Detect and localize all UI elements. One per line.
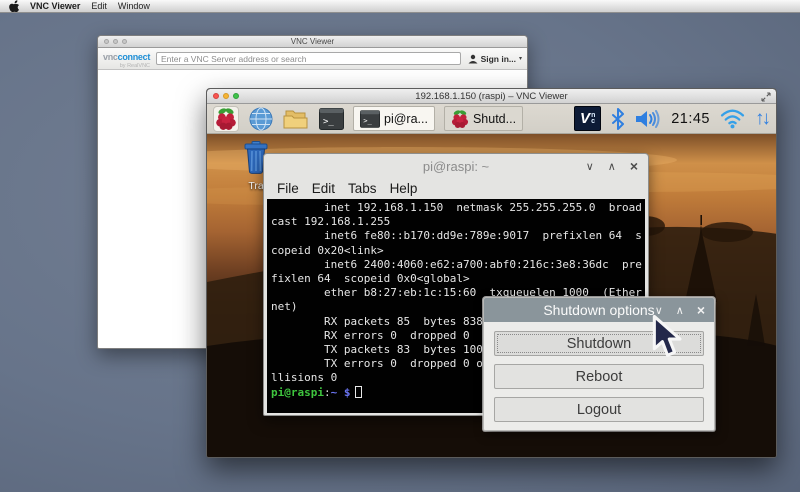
mouse-cursor [651, 315, 687, 359]
network-activity-icon[interactable]: ↑↓ [755, 109, 768, 128]
viewer-titlebar[interactable]: VNC Viewer [98, 36, 527, 48]
terminal-icon: >_ [319, 108, 344, 130]
maximize-icon[interactable]: ∧ [608, 160, 616, 173]
terminal-line: copeid 0x20<link> [271, 244, 645, 258]
terminal-icon: >_ [360, 110, 380, 128]
desktop: VNC Viewer Edit Window VNC Viewer vnccon… [0, 0, 800, 492]
system-tray: V n c 21:45 [574, 106, 768, 131]
terminal-titlebar[interactable]: pi@raspi: ~ ∨ ∧ × [264, 154, 648, 178]
raspberry-icon [451, 109, 469, 129]
terminal-line: inet6 2400:4060:e62:a700:abf0:216c:3e8:3… [271, 258, 645, 272]
raspberry-icon [215, 107, 237, 131]
web-browser-launcher[interactable] [248, 106, 274, 132]
taskbar-task-shutdown[interactable]: Shutd... [444, 106, 523, 131]
pi-taskbar: >_ >_ pi@ra... [207, 104, 776, 134]
terminal-launcher[interactable]: >_ [318, 106, 344, 132]
menubar-item-edit[interactable]: Edit [91, 1, 107, 11]
prompt-symbol: $ [344, 386, 351, 399]
pi-desktop: Tra pi@raspi: ~ ∨ ∧ × File Edit Tabs Hel… [207, 134, 777, 458]
prompt-path: ~ [331, 386, 338, 399]
viewer-window-title: VNC Viewer [98, 37, 527, 46]
terminal-menu-help[interactable]: Help [390, 181, 418, 196]
terminal-cursor [355, 386, 362, 398]
pi-session-title: 192.168.1.150 (raspi) – VNC Viewer [207, 91, 776, 102]
globe-icon [249, 107, 273, 131]
task-shutdown-label: Shutd... [473, 112, 516, 126]
terminal-menu-edit[interactable]: Edit [312, 181, 335, 196]
vnc-connect-logo: vncconnect by RealVNC [103, 48, 150, 70]
taskbar-task-terminal[interactable]: >_ pi@ra... [353, 106, 435, 131]
prompt-user: pi@raspi [271, 386, 324, 399]
vnc-server-tray-icon[interactable]: V n c [574, 106, 601, 131]
pi-session-window: 192.168.1.150 (raspi) – VNC Viewer [206, 88, 777, 458]
terminal-line: inet6 fe80::b170:dd9e:789e:9017 prefixle… [271, 229, 645, 243]
terminal-line: inet 192.168.1.150 netmask 255.255.255.0… [271, 201, 645, 215]
viewer-toolbar: vncconnect by RealVNC Sign in... ▾ [98, 48, 527, 70]
taskbar-clock[interactable]: 21:45 [671, 111, 710, 127]
file-manager-launcher[interactable] [283, 106, 309, 132]
terminal-line: fixlen 64 scopeid 0x0<global> [271, 272, 645, 286]
prompt-separator: : [324, 386, 331, 399]
bluetooth-icon[interactable] [611, 108, 625, 130]
svg-text:>_: >_ [363, 116, 372, 125]
folder-icon [283, 108, 309, 130]
minimize-icon[interactable]: ∨ [586, 160, 594, 173]
raspberry-menu-button[interactable] [213, 106, 239, 132]
fullscreen-icon[interactable] [761, 92, 771, 102]
vnc-badge-c: c [591, 119, 595, 125]
macos-menubar: VNC Viewer Edit Window [0, 0, 800, 13]
logo-byline: by RealVNC [103, 64, 150, 70]
wifi-icon[interactable] [720, 108, 745, 129]
sign-in-label: Sign in... [481, 54, 516, 64]
reboot-button[interactable]: Reboot [494, 364, 704, 389]
terminal-line: cast 192.168.1.255 [271, 215, 645, 229]
close-icon[interactable]: × [697, 302, 705, 318]
svg-text:>_: >_ [323, 117, 334, 127]
vnc-badge-v: V [580, 110, 590, 127]
volume-icon[interactable] [635, 110, 661, 128]
logout-button[interactable]: Logout [494, 397, 704, 422]
user-icon [468, 54, 478, 64]
chevron-down-icon: ▾ [519, 55, 522, 62]
terminal-menu-file[interactable]: File [277, 181, 299, 196]
logo-vnc-text: vnc [103, 52, 118, 62]
task-terminal-label: pi@ra... [384, 112, 428, 126]
apple-icon[interactable] [9, 0, 19, 12]
menubar-item-window[interactable]: Window [118, 1, 150, 11]
terminal-menubar: File Edit Tabs Help [264, 178, 648, 199]
close-icon[interactable]: × [630, 158, 638, 174]
server-address-input[interactable] [156, 52, 461, 65]
logo-connect-text: connect [118, 52, 150, 62]
sign-in-button[interactable]: Sign in... ▾ [468, 54, 522, 64]
menubar-app-name[interactable]: VNC Viewer [30, 1, 80, 11]
terminal-menu-tabs[interactable]: Tabs [348, 181, 377, 196]
pi-session-titlebar[interactable]: 192.168.1.150 (raspi) – VNC Viewer [207, 89, 776, 104]
